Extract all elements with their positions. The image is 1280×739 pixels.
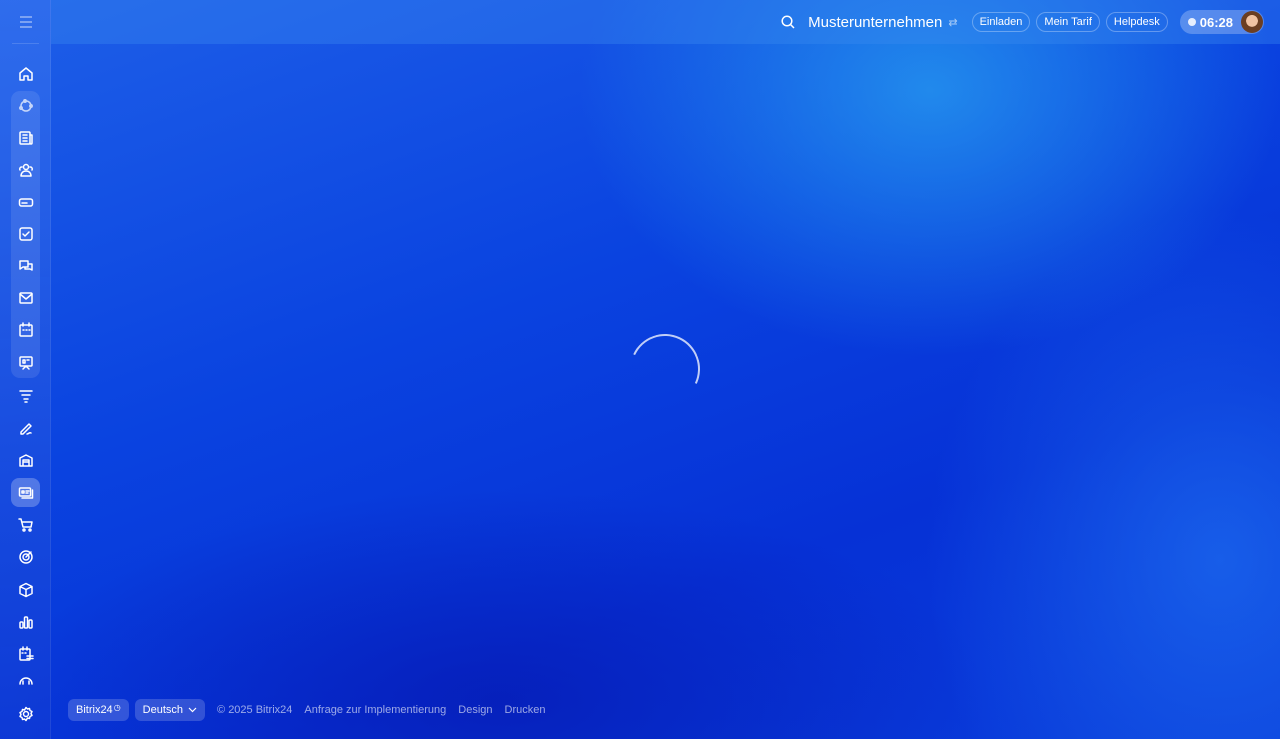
- menu-icon[interactable]: [15, 14, 37, 30]
- company-name[interactable]: Musterunternehmen: [808, 14, 942, 31]
- inventory-icon[interactable]: [11, 575, 40, 604]
- sign-icon[interactable]: [11, 413, 40, 442]
- switch-icon[interactable]: ⇄: [948, 16, 957, 29]
- language-select[interactable]: Deutsch: [134, 699, 206, 721]
- copyright: © 2025 Bitrix24: [217, 704, 293, 716]
- analytics-icon[interactable]: [11, 607, 40, 636]
- clock-icon: [1187, 18, 1196, 26]
- time: 06:28: [1199, 14, 1233, 30]
- crm-inbox-icon[interactable]: [11, 187, 40, 216]
- bitrix24-button[interactable]: Bitrix24 ◷: [68, 699, 129, 721]
- feed-icon[interactable]: [11, 91, 40, 120]
- print-link[interactable]: Drucken: [505, 704, 546, 716]
- mail-icon[interactable]: [11, 283, 40, 312]
- marketing-icon[interactable]: [11, 542, 40, 571]
- sales-funnel-icon[interactable]: [11, 381, 40, 410]
- booking-icon[interactable]: [11, 639, 40, 668]
- my-plan-button[interactable]: Mein Tarif: [1036, 12, 1100, 32]
- brand-label: Bitrix24: [76, 704, 113, 716]
- home-icon[interactable]: [11, 59, 40, 88]
- calendar-icon[interactable]: [11, 315, 40, 344]
- helpdesk-button[interactable]: Helpdesk: [1105, 12, 1168, 32]
- sidebar: [0, 0, 51, 739]
- language-label: Deutsch: [142, 704, 184, 716]
- settings-icon[interactable]: [11, 699, 40, 728]
- tasks-icon[interactable]: [11, 219, 40, 248]
- online-meetings-icon[interactable]: [11, 348, 40, 377]
- chevron-down-icon: [188, 704, 197, 716]
- top-bar: Musterunternehmen ⇄ Einladen Mein Tarif …: [51, 0, 1280, 44]
- news-icon[interactable]: [11, 123, 40, 152]
- contact-center-icon[interactable]: [11, 478, 40, 507]
- clock-icon: ◷: [113, 703, 121, 712]
- invite-button[interactable]: Einladen: [971, 12, 1031, 32]
- divider: [12, 43, 39, 44]
- shop-icon[interactable]: [11, 510, 40, 539]
- loading-spinner: [620, 324, 710, 414]
- automation-icon[interactable]: [11, 672, 40, 688]
- implementation-request-link[interactable]: Anfrage zur Implementierung: [304, 704, 446, 716]
- collaboration-icon[interactable]: [11, 155, 40, 184]
- messenger-icon[interactable]: [11, 251, 40, 280]
- design-link[interactable]: Design: [458, 704, 492, 716]
- work-time-widget[interactable]: 06:28: [1179, 10, 1264, 34]
- search-icon[interactable]: [780, 14, 796, 30]
- avatar[interactable]: [1241, 11, 1263, 33]
- warehouse-icon[interactable]: [11, 445, 40, 474]
- footer: Bitrix24 ◷ Deutsch © 2025 Bitrix24 Anfrag…: [68, 699, 545, 721]
